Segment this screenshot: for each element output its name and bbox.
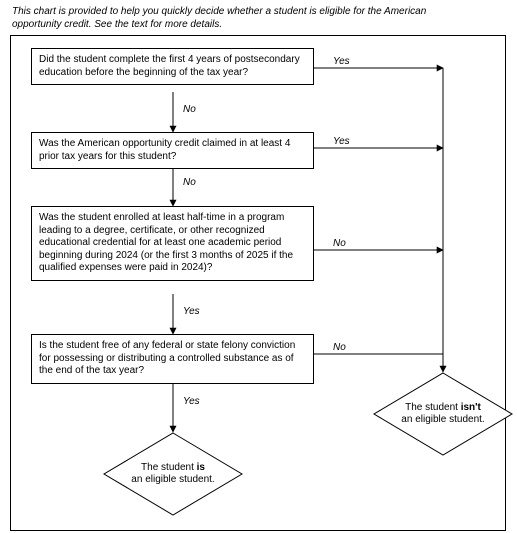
q3-no-label: No — [331, 238, 348, 249]
q4-no-label: No — [331, 342, 348, 353]
page: This chart is provided to help you quick… — [0, 0, 517, 533]
question-2: Was the American opportunity credit clai… — [31, 132, 314, 169]
q4-yes-label: Yes — [181, 396, 202, 407]
flowchart-frame: Did the student complete the first 4 yea… — [10, 35, 506, 531]
q3-yes-label: Yes — [181, 306, 202, 317]
result-is-diamond: The student is an eligible student. — [103, 432, 243, 516]
q1-no-label: No — [181, 104, 198, 115]
intro-text: This chart is provided to help you quick… — [12, 6, 472, 31]
q2-no-label: No — [181, 177, 198, 188]
question-4: Is the student free of any federal or st… — [31, 334, 314, 384]
q2-yes-label: Yes — [331, 136, 352, 147]
question-1: Did the student complete the first 4 yea… — [31, 48, 314, 85]
result-is-text: The student is an eligible student. — [131, 462, 214, 487]
question-3: Was the student enrolled at least half-t… — [31, 206, 314, 281]
flow-lines — [11, 36, 507, 532]
result-isnt-text: The student isn't an eligible student. — [401, 402, 484, 427]
result-isnt-diamond: The student isn't an eligible student. — [373, 372, 513, 456]
q1-yes-label: Yes — [331, 56, 352, 67]
